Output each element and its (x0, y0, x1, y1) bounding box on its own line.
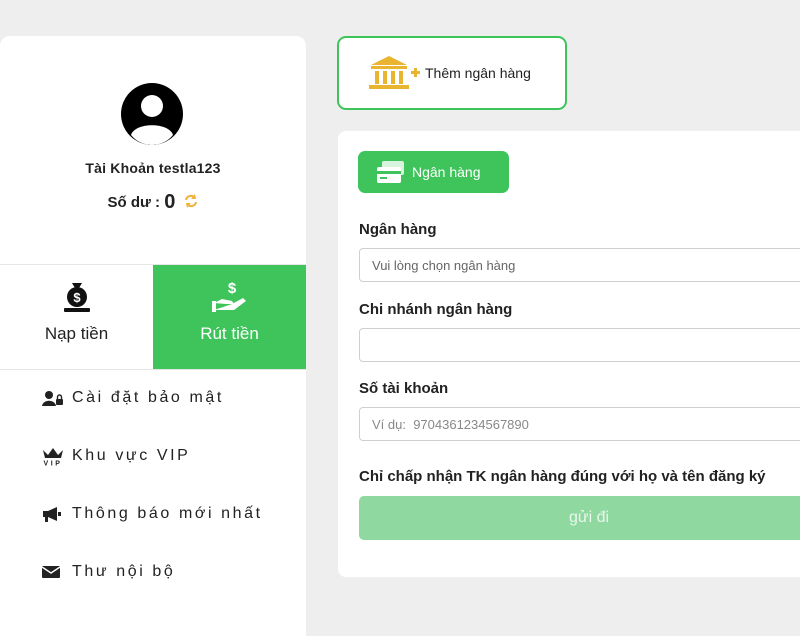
menu-item-security[interactable]: Cài đặt bảo mật (0, 369, 306, 427)
sidebar: Tài Khoản testla123 Số dư : 0 $ Nạp tiền… (0, 36, 306, 636)
deposit-button[interactable]: $ Nạp tiền (0, 265, 153, 369)
bank-form-card: Ngân hàng Ngân hàng Vui lòng chọn ngân h… (338, 131, 800, 577)
svg-text:VIP: VIP (43, 461, 62, 467)
refresh-icon[interactable] (183, 193, 199, 213)
menu-item-vip[interactable]: VIP Khu vực VIP (0, 427, 306, 485)
envelope-icon (42, 565, 66, 579)
menu-item-label: Cài đặt bảo mật (72, 389, 224, 406)
account-name: Tài Khoản testla123 (85, 160, 221, 176)
balance: Số dư : 0 (0, 191, 306, 214)
tab-bank-label: Ngân hàng (412, 164, 481, 180)
withdraw-button[interactable]: $ Rút tiền (153, 265, 306, 369)
branch-field-label: Chi nhánh ngân hàng (359, 301, 513, 318)
account-number-input[interactable] (359, 407, 800, 441)
hand-dollar-icon: $ (153, 279, 306, 320)
svg-text:$: $ (73, 290, 81, 305)
menu-item-inbox[interactable]: Thư nội bộ (0, 543, 306, 601)
bank-add-icon (367, 53, 421, 93)
balance-value: 0 (164, 191, 176, 213)
notice-text: Chỉ chấp nhận TK ngân hàng đúng với họ v… (359, 468, 766, 485)
profile-panel: Tài Khoản testla123 Số dư : 0 (0, 36, 306, 262)
withdraw-label: Rút tiền (200, 324, 259, 343)
branch-input[interactable] (359, 328, 800, 362)
balance-label: Số dư : (107, 194, 165, 211)
bank-card-icon (376, 160, 406, 184)
megaphone-icon (42, 506, 66, 522)
submit-button[interactable]: gửi đi (359, 496, 800, 540)
add-bank-label: Thêm ngân hàng (425, 65, 531, 81)
add-bank-button[interactable]: Thêm ngân hàng (337, 36, 567, 110)
deposit-label: Nạp tiền (44, 324, 109, 343)
menu-item-label: Thông báo mới nhất (72, 505, 263, 522)
vip-crown-icon: VIP (42, 446, 66, 466)
menu-item-label: Khu vực VIP (72, 447, 191, 464)
bank-select-placeholder: Vui lòng chọn ngân hàng (372, 257, 516, 273)
sidebar-menu: Cài đặt bảo mật VIP Khu vực VIP Thông bá… (0, 369, 306, 601)
user-lock-icon (42, 390, 66, 406)
avatar-icon (121, 83, 183, 145)
svg-text:$: $ (227, 280, 236, 297)
account-number-label: Số tài khoản (359, 380, 449, 397)
wallet-actions: $ Nạp tiền $ Rút tiền (0, 264, 306, 370)
menu-item-notifications[interactable]: Thông báo mới nhất (0, 485, 306, 543)
tab-bank[interactable]: Ngân hàng (358, 151, 509, 193)
submit-label: gửi đi (568, 509, 610, 526)
money-bag-icon: $ (0, 279, 153, 320)
menu-item-label: Thư nội bộ (72, 563, 176, 580)
bank-select[interactable]: Vui lòng chọn ngân hàng (359, 248, 800, 282)
bank-field-label: Ngân hàng (359, 221, 437, 238)
